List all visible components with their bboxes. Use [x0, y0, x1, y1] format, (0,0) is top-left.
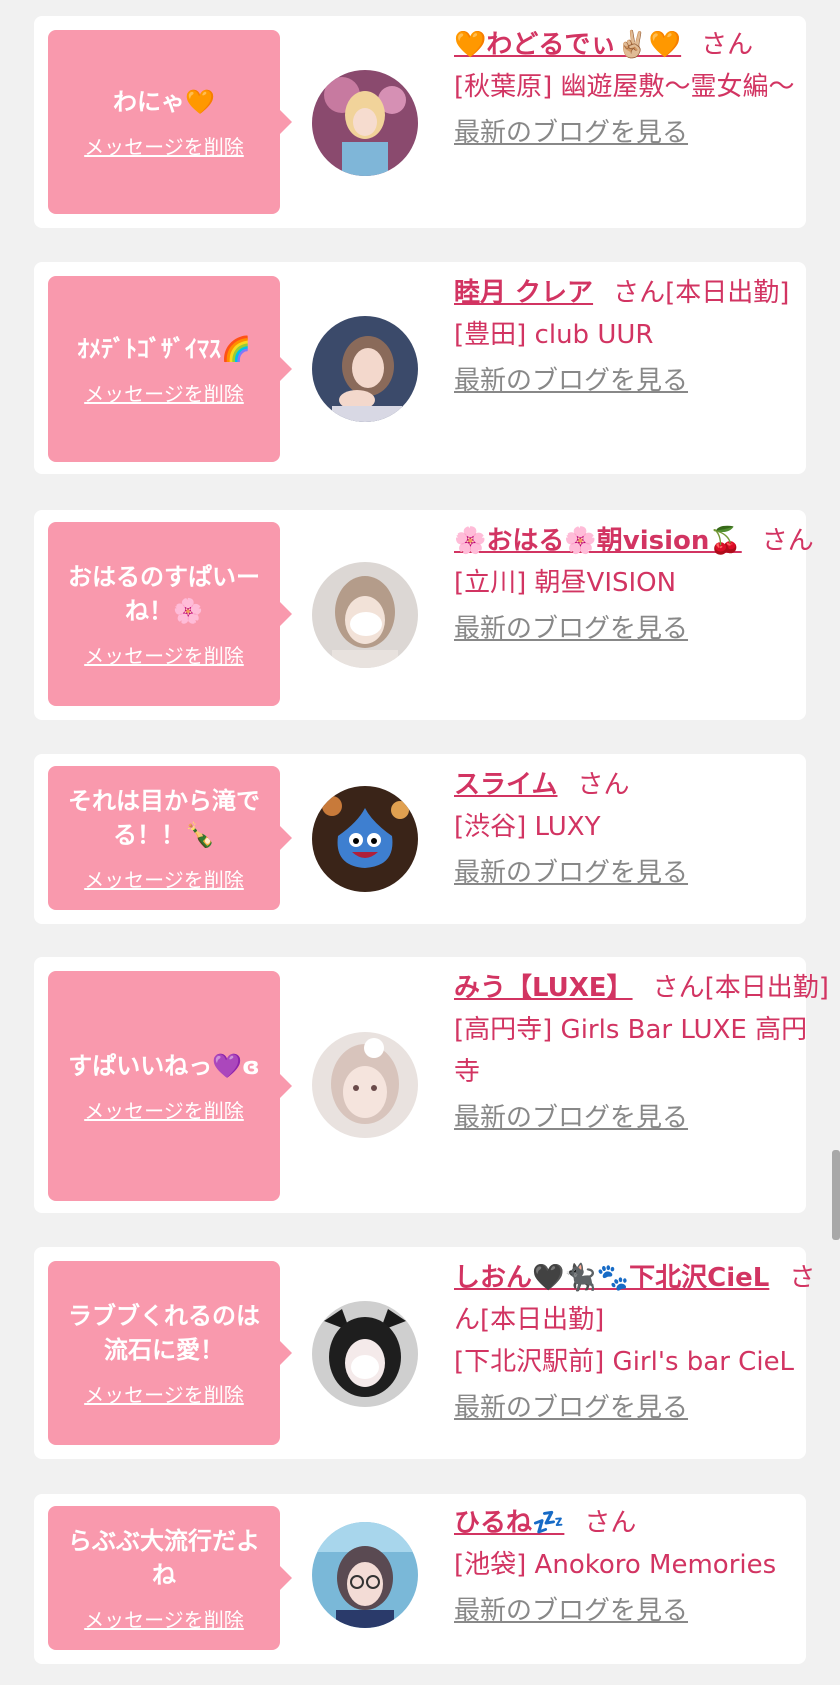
- message-card: らぶぶ大流行だよね メッセージを削除 ひるね💤 さん [池袋] Anokoro M…: [34, 1494, 806, 1664]
- status-badge: [本日出勤]: [665, 278, 790, 308]
- message-text: わにゃ🧡: [113, 87, 215, 116]
- cast-name-link[interactable]: 睦月 クレア: [454, 278, 593, 308]
- cast-info: ひるね💤 さん [池袋] Anokoro Memories 最新のブログを見る: [454, 1502, 829, 1632]
- avatar[interactable]: [312, 316, 418, 422]
- cast-info: 🌸おはる🌸朝vision🍒 さん [立川] 朝昼VISION 最新のブログを見る: [454, 520, 829, 650]
- shop-name: [下北沢駅前] Girl's bar CieL: [454, 1347, 795, 1377]
- message-bubble: おはるのすぱいーね！🌸 メッセージを削除: [48, 522, 292, 706]
- cast-name-link[interactable]: みう【LUXE】: [454, 973, 633, 1003]
- delete-message-link[interactable]: メッセージを削除: [84, 1379, 244, 1408]
- latest-blog-link[interactable]: 最新のブログを見る: [454, 1590, 688, 1632]
- message-bubble: すぱいいねっ💜ɞ メッセージを削除: [48, 971, 292, 1201]
- delete-message-link[interactable]: メッセージを削除: [84, 1604, 244, 1633]
- latest-blog-link[interactable]: 最新のブログを見る: [454, 608, 688, 650]
- honorific: さん: [701, 30, 754, 60]
- message-card: ｵﾒﾃﾞﾄｺﾞｻﾞｲﾏｽ🌈 メッセージを削除 睦月 クレア さん[本日出勤] [豊…: [34, 262, 806, 474]
- message-card: それは目から滝でる！！🍾 メッセージを削除 スライム さん [渋谷] LUXY 最…: [34, 754, 806, 924]
- message-text: ラブブくれるのは流石に愛！: [68, 1301, 260, 1364]
- message-text: らぶぶ大流行だよね: [68, 1526, 260, 1589]
- cast-name-link[interactable]: 🌸おはる🌸朝vision🍒: [454, 526, 742, 556]
- latest-blog-link[interactable]: 最新のブログを見る: [454, 360, 688, 402]
- avatar[interactable]: [312, 562, 418, 668]
- latest-blog-link[interactable]: 最新のブログを見る: [454, 1387, 688, 1429]
- delete-message-link[interactable]: メッセージを削除: [84, 640, 244, 669]
- message-text: おはるのすぱいーね！🌸: [68, 562, 260, 625]
- shop-name: [豊田] club UUR: [454, 320, 654, 350]
- cast-name-link[interactable]: しおん🖤🐈‍⬛🐾下北沢CieL: [454, 1263, 769, 1293]
- honorific: さん: [652, 973, 705, 1003]
- message-bubble: わにゃ🧡 メッセージを削除: [48, 30, 292, 214]
- cast-info: しおん🖤🐈‍⬛🐾下北沢CieL さん[本日出勤] [下北沢駅前] Girl's b…: [454, 1257, 829, 1429]
- message-text: それは目から滝でる！！🍾: [68, 786, 260, 849]
- cast-info: スライム さん [渋谷] LUXY 最新のブログを見る: [454, 764, 829, 894]
- avatar[interactable]: [312, 70, 418, 176]
- scrollbar[interactable]: [832, 1150, 840, 1240]
- latest-blog-link[interactable]: 最新のブログを見る: [454, 112, 688, 154]
- shop-name: [渋谷] LUXY: [454, 812, 601, 842]
- honorific: さん: [613, 278, 666, 308]
- message-card: ラブブくれるのは流石に愛！ メッセージを削除 しおん🖤🐈‍⬛🐾下北沢CieL さん…: [34, 1247, 815, 1459]
- delete-message-link[interactable]: メッセージを削除: [84, 1095, 244, 1124]
- honorific: さん: [577, 770, 630, 800]
- cast-name-link[interactable]: ひるね💤: [454, 1508, 564, 1538]
- message-text: すぱいいねっ💜ɞ: [68, 1051, 260, 1080]
- latest-blog-link[interactable]: 最新のブログを見る: [454, 1097, 688, 1139]
- message-bubble: らぶぶ大流行だよね メッセージを削除: [48, 1506, 292, 1650]
- message-card: すぱいいねっ💜ɞ メッセージを削除 みう【LUXE】 さん[本日出勤] [高円寺]…: [34, 957, 829, 1213]
- message-bubble: それは目から滝でる！！🍾 メッセージを削除: [48, 766, 292, 910]
- shop-name: [立川] 朝昼VISION: [454, 568, 677, 598]
- status-badge: [本日出勤]: [480, 1305, 605, 1335]
- cast-name-link[interactable]: 🧡わどるでぃ✌🏼🧡: [454, 30, 681, 60]
- cast-info: 🧡わどるでぃ✌🏼🧡 さん [秋葉原] 幽遊屋敷〜霊女編〜 最新のブログを見る: [454, 24, 829, 154]
- message-text: ｵﾒﾃﾞﾄｺﾞｻﾞｲﾏｽ🌈: [77, 334, 251, 363]
- shop-name: [高円寺] Girls Bar LUXE 高円寺: [454, 1015, 808, 1087]
- delete-message-link[interactable]: メッセージを削除: [84, 131, 244, 160]
- message-card: おはるのすぱいーね！🌸 メッセージを削除 🌸おはる🌸朝vision🍒 さん [立川…: [34, 510, 814, 720]
- latest-blog-link[interactable]: 最新のブログを見る: [454, 852, 688, 894]
- message-bubble: ｵﾒﾃﾞﾄｺﾞｻﾞｲﾏｽ🌈 メッセージを削除: [48, 276, 292, 462]
- avatar[interactable]: [312, 1301, 418, 1407]
- message-card: わにゃ🧡 メッセージを削除 🧡わどるでぃ✌🏼🧡 さん [秋葉原] 幽遊屋敷〜霊女編…: [34, 16, 806, 228]
- avatar[interactable]: [312, 1522, 418, 1628]
- cast-info: 睦月 クレア さん[本日出勤] [豊田] club UUR 最新のブログを見る: [454, 272, 829, 402]
- cast-info: みう【LUXE】 さん[本日出勤] [高円寺] Girls Bar LUXE 高円…: [454, 967, 829, 1139]
- shop-name: [秋葉原] 幽遊屋敷〜霊女編〜: [454, 72, 795, 102]
- status-badge: [本日出勤]: [704, 973, 829, 1003]
- cast-name-link[interactable]: スライム: [454, 770, 557, 800]
- honorific: さん: [761, 526, 814, 556]
- avatar[interactable]: [312, 1032, 418, 1138]
- delete-message-link[interactable]: メッセージを削除: [84, 378, 244, 407]
- shop-name: [池袋] Anokoro Memories: [454, 1550, 777, 1580]
- honorific: さん: [584, 1508, 637, 1538]
- delete-message-link[interactable]: メッセージを削除: [84, 864, 244, 893]
- message-bubble: ラブブくれるのは流石に愛！ メッセージを削除: [48, 1261, 292, 1445]
- avatar[interactable]: [312, 786, 418, 892]
